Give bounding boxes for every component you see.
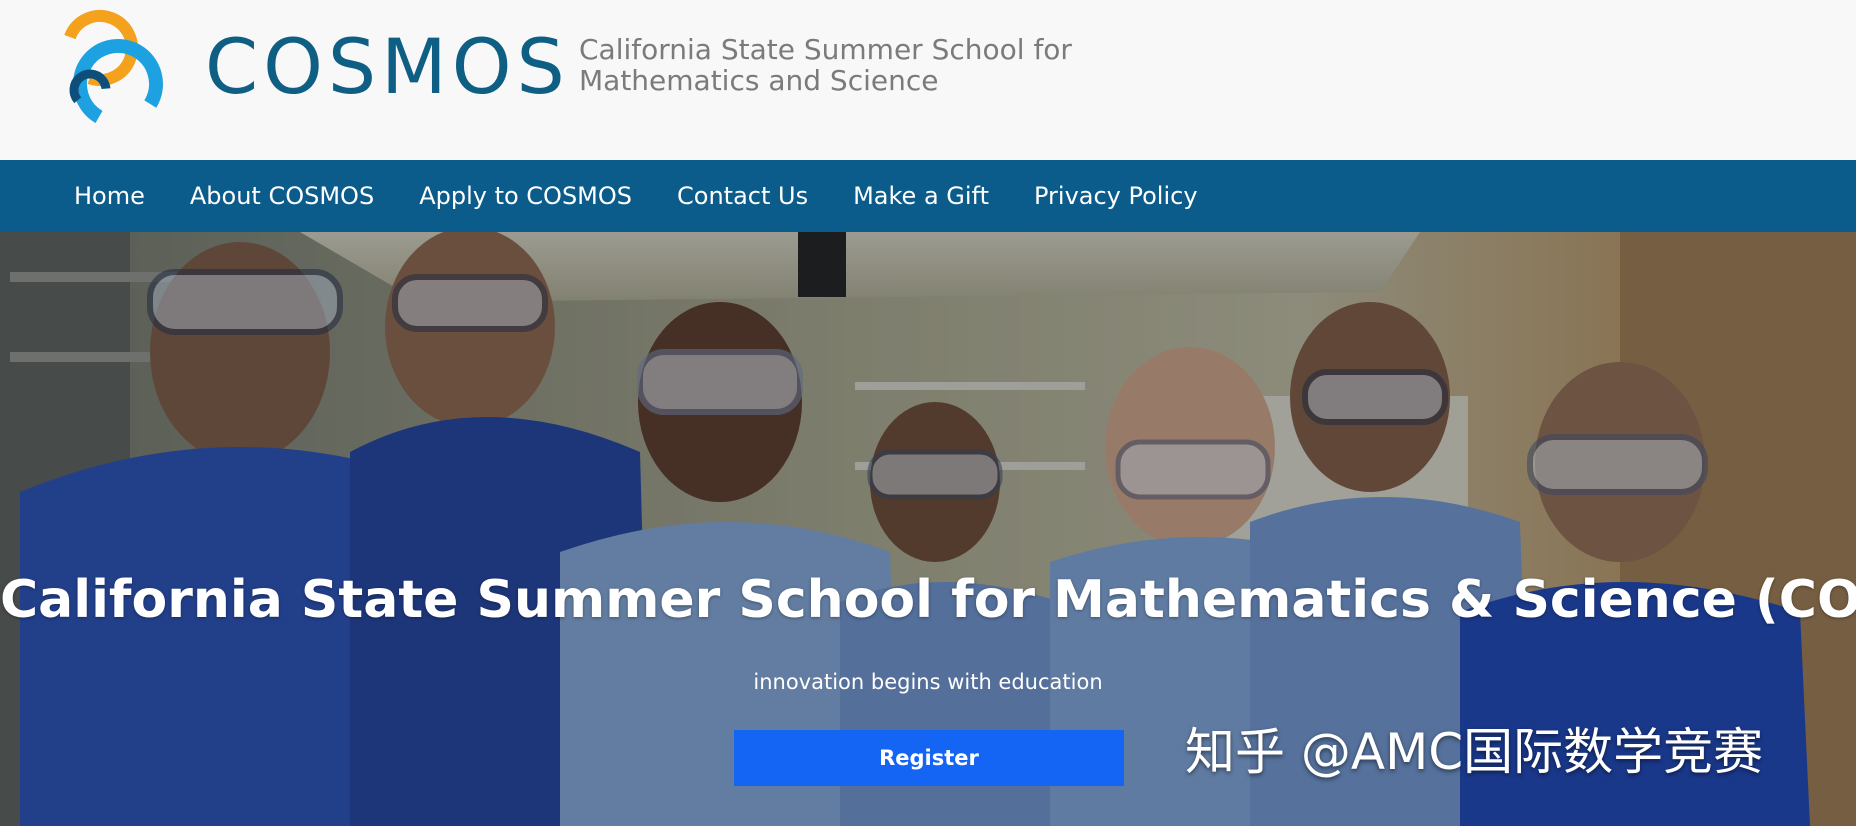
nav-item-apply[interactable]: Apply to COSMOS <box>419 182 632 210</box>
tagline-line-2: Mathematics and Science <box>579 64 939 97</box>
zhihu-watermark: 知乎 @AMC国际数学竞赛 <box>1185 723 1764 781</box>
hero-section: California State Summer School for Mathe… <box>0 232 1856 826</box>
main-nav: Home About COSMOS Apply to COSMOS Contac… <box>0 160 1856 232</box>
site-header: COSMOS California State Summer School fo… <box>0 0 1856 160</box>
nav-item-privacy[interactable]: Privacy Policy <box>1034 182 1198 210</box>
logo-wordmark[interactable]: COSMOS <box>205 22 570 112</box>
nav-item-contact[interactable]: Contact Us <box>677 182 808 210</box>
hero-subtitle: innovation begins with education <box>753 670 1103 694</box>
register-button[interactable]: Register <box>734 730 1124 786</box>
nav-item-home[interactable]: Home <box>74 182 145 210</box>
cosmos-logo-icon[interactable] <box>56 8 170 132</box>
tagline-line-1: California State Summer School for <box>579 33 1072 66</box>
site-tagline: California State Summer School for Mathe… <box>579 34 1072 96</box>
nav-item-gift[interactable]: Make a Gift <box>853 182 989 210</box>
hero-title: California State Summer School for Mathe… <box>0 570 1856 630</box>
nav-item-about[interactable]: About COSMOS <box>190 182 374 210</box>
